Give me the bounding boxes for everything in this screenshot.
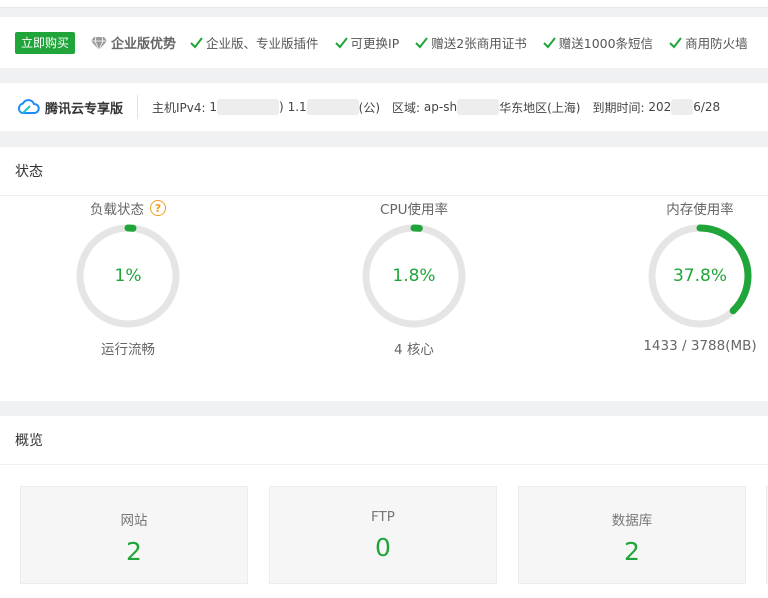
cpu-ring[interactable]: 1.8%: [360, 222, 468, 330]
redacted-mask: [671, 99, 694, 115]
region-info: 区域: ap-sh 华东地区(上海): [392, 99, 581, 115]
overview-title: 概览: [0, 416, 768, 465]
check-icon: [669, 36, 682, 49]
promo-bar: 立即购买 企业版优势 企业版、专业版插件 可更换IP 赠送2张商用证书 赠送10…: [0, 17, 768, 68]
load-ring[interactable]: 1%: [74, 222, 182, 330]
load-gauge: 负载状态 ? 1% 运行流畅: [48, 200, 208, 358]
load-gauge-label: 负载状态 ?: [48, 198, 208, 218]
status-card: 状态 负载状态 ? 1% 运行流畅 CPU使用率 1.8% 4 核心 内存使用率…: [0, 147, 768, 401]
cpu-value: 1.8%: [392, 266, 436, 286]
feature-item: 赠送1000条短信: [543, 33, 653, 52]
memory-value: 37.8%: [672, 266, 727, 286]
load-value: 1%: [114, 266, 142, 286]
feature-item: 企业版、专业版插件: [190, 33, 319, 52]
help-icon[interactable]: ?: [150, 200, 166, 216]
buy-now-button[interactable]: 立即购买: [15, 31, 76, 54]
stat-databases[interactable]: 数据库 2: [518, 486, 746, 584]
expire-info: 到期时间: 202 6/28: [592, 99, 721, 115]
memory-gauge-label: 内存使用率: [666, 202, 734, 218]
cpu-cores-text: 4 核心: [394, 342, 434, 358]
memory-gauge: 内存使用率 37.8% 1433 / 3788(MB): [620, 202, 768, 354]
check-icon: [190, 36, 203, 49]
redacted-mask: [217, 99, 280, 115]
memory-usage-text: 1433 / 3788(MB): [643, 338, 757, 354]
stat-websites[interactable]: 网站 2: [20, 486, 248, 584]
cpu-gauge-label: CPU使用率: [380, 202, 448, 218]
brand: 腾讯云专享版: [16, 95, 139, 119]
redacted-mask: [457, 99, 500, 115]
stat-ftp[interactable]: FTP 0: [269, 486, 497, 584]
load-status-text: 运行流畅: [101, 342, 155, 358]
feature-item: 可更换IP: [334, 33, 399, 52]
overview-card: 概览 网站 2 FTP 0 数据库 2: [0, 416, 768, 598]
redacted-mask: [306, 99, 359, 115]
ipv4-info: 主机IPv4: 1 ) 1.1 (公): [152, 99, 381, 115]
top-strip: [0, 0, 768, 8]
check-icon: [543, 36, 556, 49]
check-icon: [415, 36, 429, 49]
cpu-gauge: CPU使用率 1.8% 4 核心: [334, 202, 494, 358]
status-title: 状态: [0, 147, 768, 196]
feature-item: 商用防火墙: [669, 33, 748, 52]
cloud-icon: [17, 99, 40, 114]
feature-item: 赠送2张商用证书: [415, 33, 527, 52]
diamond-icon: [91, 36, 108, 50]
memory-ring[interactable]: 37.8%: [646, 222, 754, 330]
promo-title: 企业版优势: [91, 33, 176, 52]
check-icon: [334, 36, 348, 49]
host-info-bar: 腾讯云专享版 主机IPv4: 1 ) 1.1 (公) 区域: ap-sh 华东地…: [0, 83, 768, 131]
